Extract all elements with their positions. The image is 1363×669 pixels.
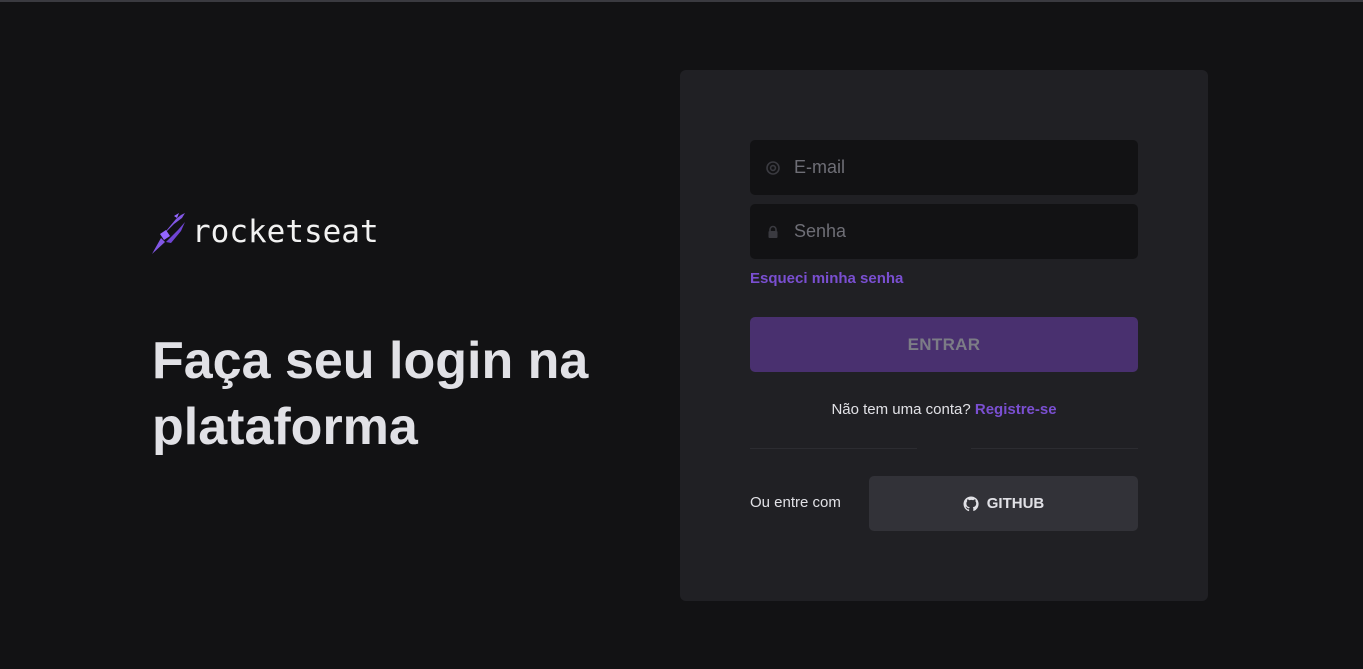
email-input[interactable] — [794, 157, 1124, 178]
github-button-label: GITHUB — [986, 495, 1045, 512]
divider-left — [750, 448, 917, 449]
forgot-password-link[interactable]: Esqueci minha senha — [750, 270, 903, 287]
brand-name: rocketseat — [192, 214, 379, 250]
brand-logo: rocketseat — [152, 212, 632, 256]
password-field[interactable] — [750, 204, 1138, 259]
login-card: Esqueci minha senha ENTRAR Não tem uma c… — [680, 70, 1208, 601]
login-button[interactable]: ENTRAR — [750, 317, 1138, 372]
divider-right — [971, 448, 1138, 449]
password-input[interactable] — [794, 221, 1124, 242]
social-login-label: Ou entre com — [750, 494, 841, 511]
github-icon — [963, 495, 979, 511]
register-prompt: Não tem uma conta? Registre-se — [750, 401, 1138, 418]
rocket-icon — [152, 213, 185, 254]
email-field[interactable] — [750, 140, 1138, 195]
no-account-text: Não tem uma conta? — [831, 401, 971, 418]
lock-icon — [766, 225, 780, 239]
github-login-button[interactable]: GITHUB — [869, 476, 1138, 531]
at-sign-icon — [766, 160, 780, 175]
hero-section: rocketseat Faça seu login na plataforma — [152, 212, 632, 460]
window-top-border — [0, 0, 1363, 2]
page-headline: Faça seu login na plataforma — [152, 332, 589, 456]
register-link[interactable]: Registre-se — [975, 401, 1057, 418]
